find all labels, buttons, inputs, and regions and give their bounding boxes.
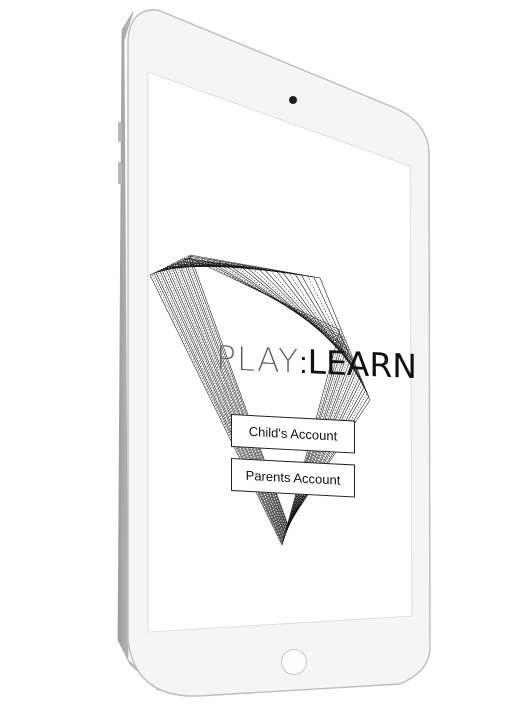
volume-down-button[interactable] <box>118 162 122 184</box>
volume-up-button[interactable] <box>118 122 122 142</box>
home-button-icon[interactable] <box>281 649 307 675</box>
device-mockup: PLAY:LEARN Child's Account Parents Accou… <box>0 0 513 713</box>
front-camera-icon <box>289 96 297 104</box>
parents-account-label: Parents Account <box>245 467 341 488</box>
app-logo: PLAY:LEARN <box>216 337 417 387</box>
parents-account-button[interactable]: Parents Account <box>231 458 355 498</box>
child-account-label: Child's Account <box>248 423 338 444</box>
logo-play-text: PLAY <box>216 338 300 381</box>
child-account-button[interactable]: Child's Account <box>231 414 355 454</box>
logo-separator: : <box>299 346 308 381</box>
logo-learn-text: LEARN <box>307 342 417 387</box>
